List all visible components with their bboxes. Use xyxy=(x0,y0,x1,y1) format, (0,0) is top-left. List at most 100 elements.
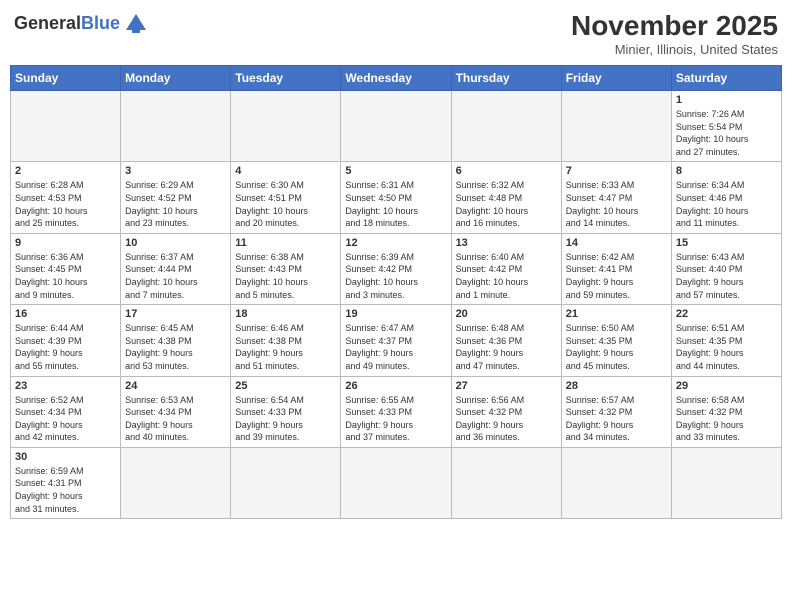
day-info: Sunrise: 6:56 AM Sunset: 4:32 PM Dayligh… xyxy=(456,394,557,444)
day-info: Sunrise: 6:28 AM Sunset: 4:53 PM Dayligh… xyxy=(15,179,116,229)
page-header: GeneralBlue November 2025 Minier, Illino… xyxy=(10,10,782,57)
day-info: Sunrise: 6:50 AM Sunset: 4:35 PM Dayligh… xyxy=(566,322,667,372)
calendar-day-cell: 18 Sunrise: 6:46 AM Sunset: 4:38 PM Dayli… xyxy=(231,305,341,376)
day-number: 26 xyxy=(345,380,446,392)
calendar-day-cell: 30Sunrise: 6:59 AM Sunset: 4:31 PM Dayli… xyxy=(11,447,121,518)
calendar-day-cell: 10 Sunrise: 6:37 AM Sunset: 4:44 PM Dayli… xyxy=(121,233,231,304)
calendar-day-cell: 12 Sunrise: 6:39 AM Sunset: 4:42 PM Dayli… xyxy=(341,233,451,304)
day-info: Sunrise: 6:45 AM Sunset: 4:38 PM Dayligh… xyxy=(125,322,226,372)
day-info: Sunrise: 6:57 AM Sunset: 4:32 PM Dayligh… xyxy=(566,394,667,444)
day-number: 6 xyxy=(456,165,557,177)
day-info: Sunrise: 6:36 AM Sunset: 4:45 PM Dayligh… xyxy=(15,251,116,301)
calendar-day-cell: 13 Sunrise: 6:40 AM Sunset: 4:42 PM Dayli… xyxy=(451,233,561,304)
calendar-day-cell xyxy=(121,91,231,162)
calendar-week-row: 2 Sunrise: 6:28 AM Sunset: 4:53 PM Daylig… xyxy=(11,162,782,233)
day-number: 12 xyxy=(345,237,446,249)
calendar-day-cell xyxy=(561,91,671,162)
day-number: 28 xyxy=(566,380,667,392)
day-info: Sunrise: 6:37 AM Sunset: 4:44 PM Dayligh… xyxy=(125,251,226,301)
day-info: Sunrise: 6:39 AM Sunset: 4:42 PM Dayligh… xyxy=(345,251,446,301)
calendar-day-cell: 3Sunrise: 6:29 AM Sunset: 4:52 PM Daylig… xyxy=(121,162,231,233)
calendar-day-cell: 16 Sunrise: 6:44 AM Sunset: 4:39 PM Dayli… xyxy=(11,305,121,376)
calendar-day-cell: 11Sunrise: 6:38 AM Sunset: 4:43 PM Dayli… xyxy=(231,233,341,304)
calendar-week-row: 30Sunrise: 6:59 AM Sunset: 4:31 PM Dayli… xyxy=(11,447,782,518)
day-number: 5 xyxy=(345,165,446,177)
day-number: 4 xyxy=(235,165,336,177)
calendar-day-cell: 22Sunrise: 6:51 AM Sunset: 4:35 PM Dayli… xyxy=(671,305,781,376)
calendar-week-row: 16 Sunrise: 6:44 AM Sunset: 4:39 PM Dayli… xyxy=(11,305,782,376)
calendar-day-cell: 7Sunrise: 6:33 AM Sunset: 4:47 PM Daylig… xyxy=(561,162,671,233)
calendar-week-row: 9Sunrise: 6:36 AM Sunset: 4:45 PM Daylig… xyxy=(11,233,782,304)
day-number: 30 xyxy=(15,451,116,463)
day-number: 13 xyxy=(456,237,557,249)
calendar-day-cell: 26Sunrise: 6:55 AM Sunset: 4:33 PM Dayli… xyxy=(341,376,451,447)
calendar-day-cell: 9Sunrise: 6:36 AM Sunset: 4:45 PM Daylig… xyxy=(11,233,121,304)
calendar-day-cell xyxy=(671,447,781,518)
day-of-week-header: Saturday xyxy=(671,66,781,91)
day-number: 2 xyxy=(15,165,116,177)
calendar-day-cell: 24Sunrise: 6:53 AM Sunset: 4:34 PM Dayli… xyxy=(121,376,231,447)
title-block: November 2025 Minier, Illinois, United S… xyxy=(571,10,778,57)
day-number: 14 xyxy=(566,237,667,249)
calendar-day-cell: 2 Sunrise: 6:28 AM Sunset: 4:53 PM Daylig… xyxy=(11,162,121,233)
day-number: 15 xyxy=(676,237,777,249)
day-info: Sunrise: 6:33 AM Sunset: 4:47 PM Dayligh… xyxy=(566,179,667,229)
calendar-day-cell xyxy=(11,91,121,162)
calendar-day-cell: 27 Sunrise: 6:56 AM Sunset: 4:32 PM Dayli… xyxy=(451,376,561,447)
calendar-day-cell xyxy=(451,91,561,162)
logo-text: GeneralBlue xyxy=(14,14,120,34)
calendar-day-cell: 21 Sunrise: 6:50 AM Sunset: 4:35 PM Dayli… xyxy=(561,305,671,376)
calendar-day-cell: 17Sunrise: 6:45 AM Sunset: 4:38 PM Dayli… xyxy=(121,305,231,376)
calendar-day-cell xyxy=(451,447,561,518)
day-info: Sunrise: 6:52 AM Sunset: 4:34 PM Dayligh… xyxy=(15,394,116,444)
day-number: 22 xyxy=(676,308,777,320)
calendar-day-cell xyxy=(561,447,671,518)
day-info: Sunrise: 6:40 AM Sunset: 4:42 PM Dayligh… xyxy=(456,251,557,301)
calendar-week-row: 1Sunrise: 7:26 AM Sunset: 5:54 PM Daylig… xyxy=(11,91,782,162)
day-info: Sunrise: 6:42 AM Sunset: 4:41 PM Dayligh… xyxy=(566,251,667,301)
day-of-week-header: Friday xyxy=(561,66,671,91)
logo-icon xyxy=(122,10,150,38)
location: Minier, Illinois, United States xyxy=(571,42,778,57)
calendar-day-cell: 28 Sunrise: 6:57 AM Sunset: 4:32 PM Dayli… xyxy=(561,376,671,447)
day-info: Sunrise: 6:34 AM Sunset: 4:46 PM Dayligh… xyxy=(676,179,777,229)
month-title: November 2025 xyxy=(571,10,778,42)
day-number: 25 xyxy=(235,380,336,392)
calendar-day-cell: 1Sunrise: 7:26 AM Sunset: 5:54 PM Daylig… xyxy=(671,91,781,162)
calendar-day-cell: 29Sunrise: 6:58 AM Sunset: 4:32 PM Dayli… xyxy=(671,376,781,447)
day-of-week-header: Tuesday xyxy=(231,66,341,91)
day-number: 3 xyxy=(125,165,226,177)
calendar-day-cell: 25Sunrise: 6:54 AM Sunset: 4:33 PM Dayli… xyxy=(231,376,341,447)
calendar-day-cell xyxy=(231,447,341,518)
day-of-week-header: Sunday xyxy=(11,66,121,91)
day-info: Sunrise: 6:43 AM Sunset: 4:40 PM Dayligh… xyxy=(676,251,777,301)
day-info: Sunrise: 6:30 AM Sunset: 4:51 PM Dayligh… xyxy=(235,179,336,229)
day-info: Sunrise: 6:31 AM Sunset: 4:50 PM Dayligh… xyxy=(345,179,446,229)
calendar-day-cell: 14 Sunrise: 6:42 AM Sunset: 4:41 PM Dayli… xyxy=(561,233,671,304)
day-info: Sunrise: 6:46 AM Sunset: 4:38 PM Dayligh… xyxy=(235,322,336,372)
day-info: Sunrise: 6:38 AM Sunset: 4:43 PM Dayligh… xyxy=(235,251,336,301)
calendar-table: SundayMondayTuesdayWednesdayThursdayFrid… xyxy=(10,65,782,519)
day-number: 18 xyxy=(235,308,336,320)
calendar-day-cell: 20 Sunrise: 6:48 AM Sunset: 4:36 PM Dayli… xyxy=(451,305,561,376)
logo-general: General xyxy=(14,13,81,33)
day-info: Sunrise: 6:44 AM Sunset: 4:39 PM Dayligh… xyxy=(15,322,116,372)
day-number: 16 xyxy=(15,308,116,320)
day-info: Sunrise: 6:32 AM Sunset: 4:48 PM Dayligh… xyxy=(456,179,557,229)
day-number: 10 xyxy=(125,237,226,249)
day-info: Sunrise: 6:48 AM Sunset: 4:36 PM Dayligh… xyxy=(456,322,557,372)
logo: GeneralBlue xyxy=(14,10,150,38)
calendar-day-cell: 5 Sunrise: 6:31 AM Sunset: 4:50 PM Daylig… xyxy=(341,162,451,233)
day-info: Sunrise: 7:26 AM Sunset: 5:54 PM Dayligh… xyxy=(676,108,777,158)
day-number: 20 xyxy=(456,308,557,320)
calendar-day-cell xyxy=(341,447,451,518)
calendar-day-cell: 4 Sunrise: 6:30 AM Sunset: 4:51 PM Daylig… xyxy=(231,162,341,233)
day-number: 27 xyxy=(456,380,557,392)
calendar-day-cell xyxy=(121,447,231,518)
calendar-day-cell: 6 Sunrise: 6:32 AM Sunset: 4:48 PM Daylig… xyxy=(451,162,561,233)
calendar-header-row: SundayMondayTuesdayWednesdayThursdayFrid… xyxy=(11,66,782,91)
day-number: 29 xyxy=(676,380,777,392)
day-number: 21 xyxy=(566,308,667,320)
day-of-week-header: Thursday xyxy=(451,66,561,91)
calendar-day-cell xyxy=(231,91,341,162)
